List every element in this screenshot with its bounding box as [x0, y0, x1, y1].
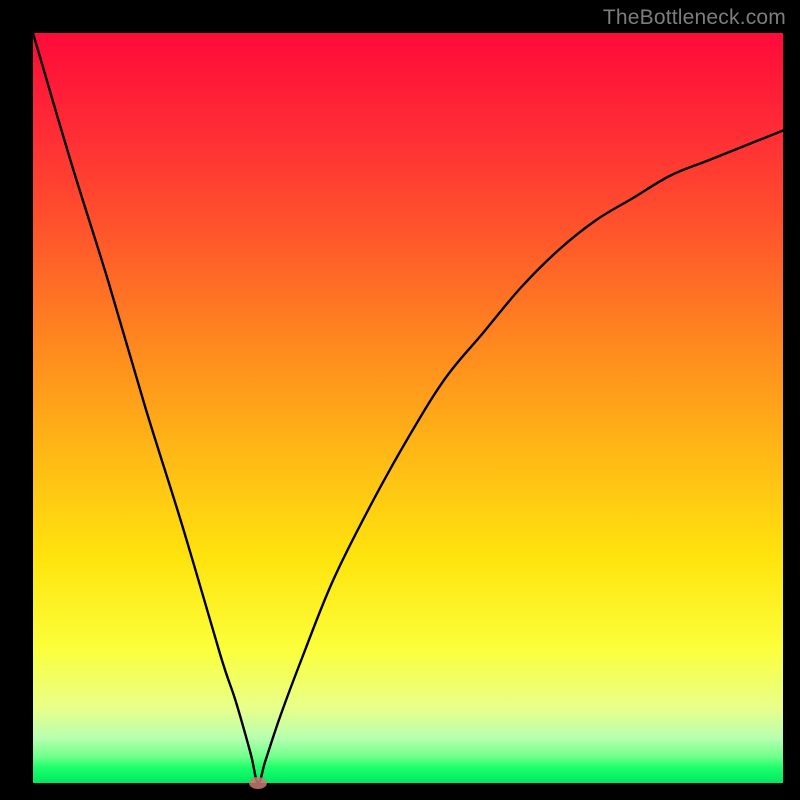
- chart-frame: TheBottleneck.com: [0, 0, 800, 800]
- bottleneck-curve: [33, 33, 783, 783]
- minimum-marker: [249, 777, 267, 789]
- plot-area: [33, 33, 783, 783]
- watermark-text: TheBottleneck.com: [603, 6, 786, 30]
